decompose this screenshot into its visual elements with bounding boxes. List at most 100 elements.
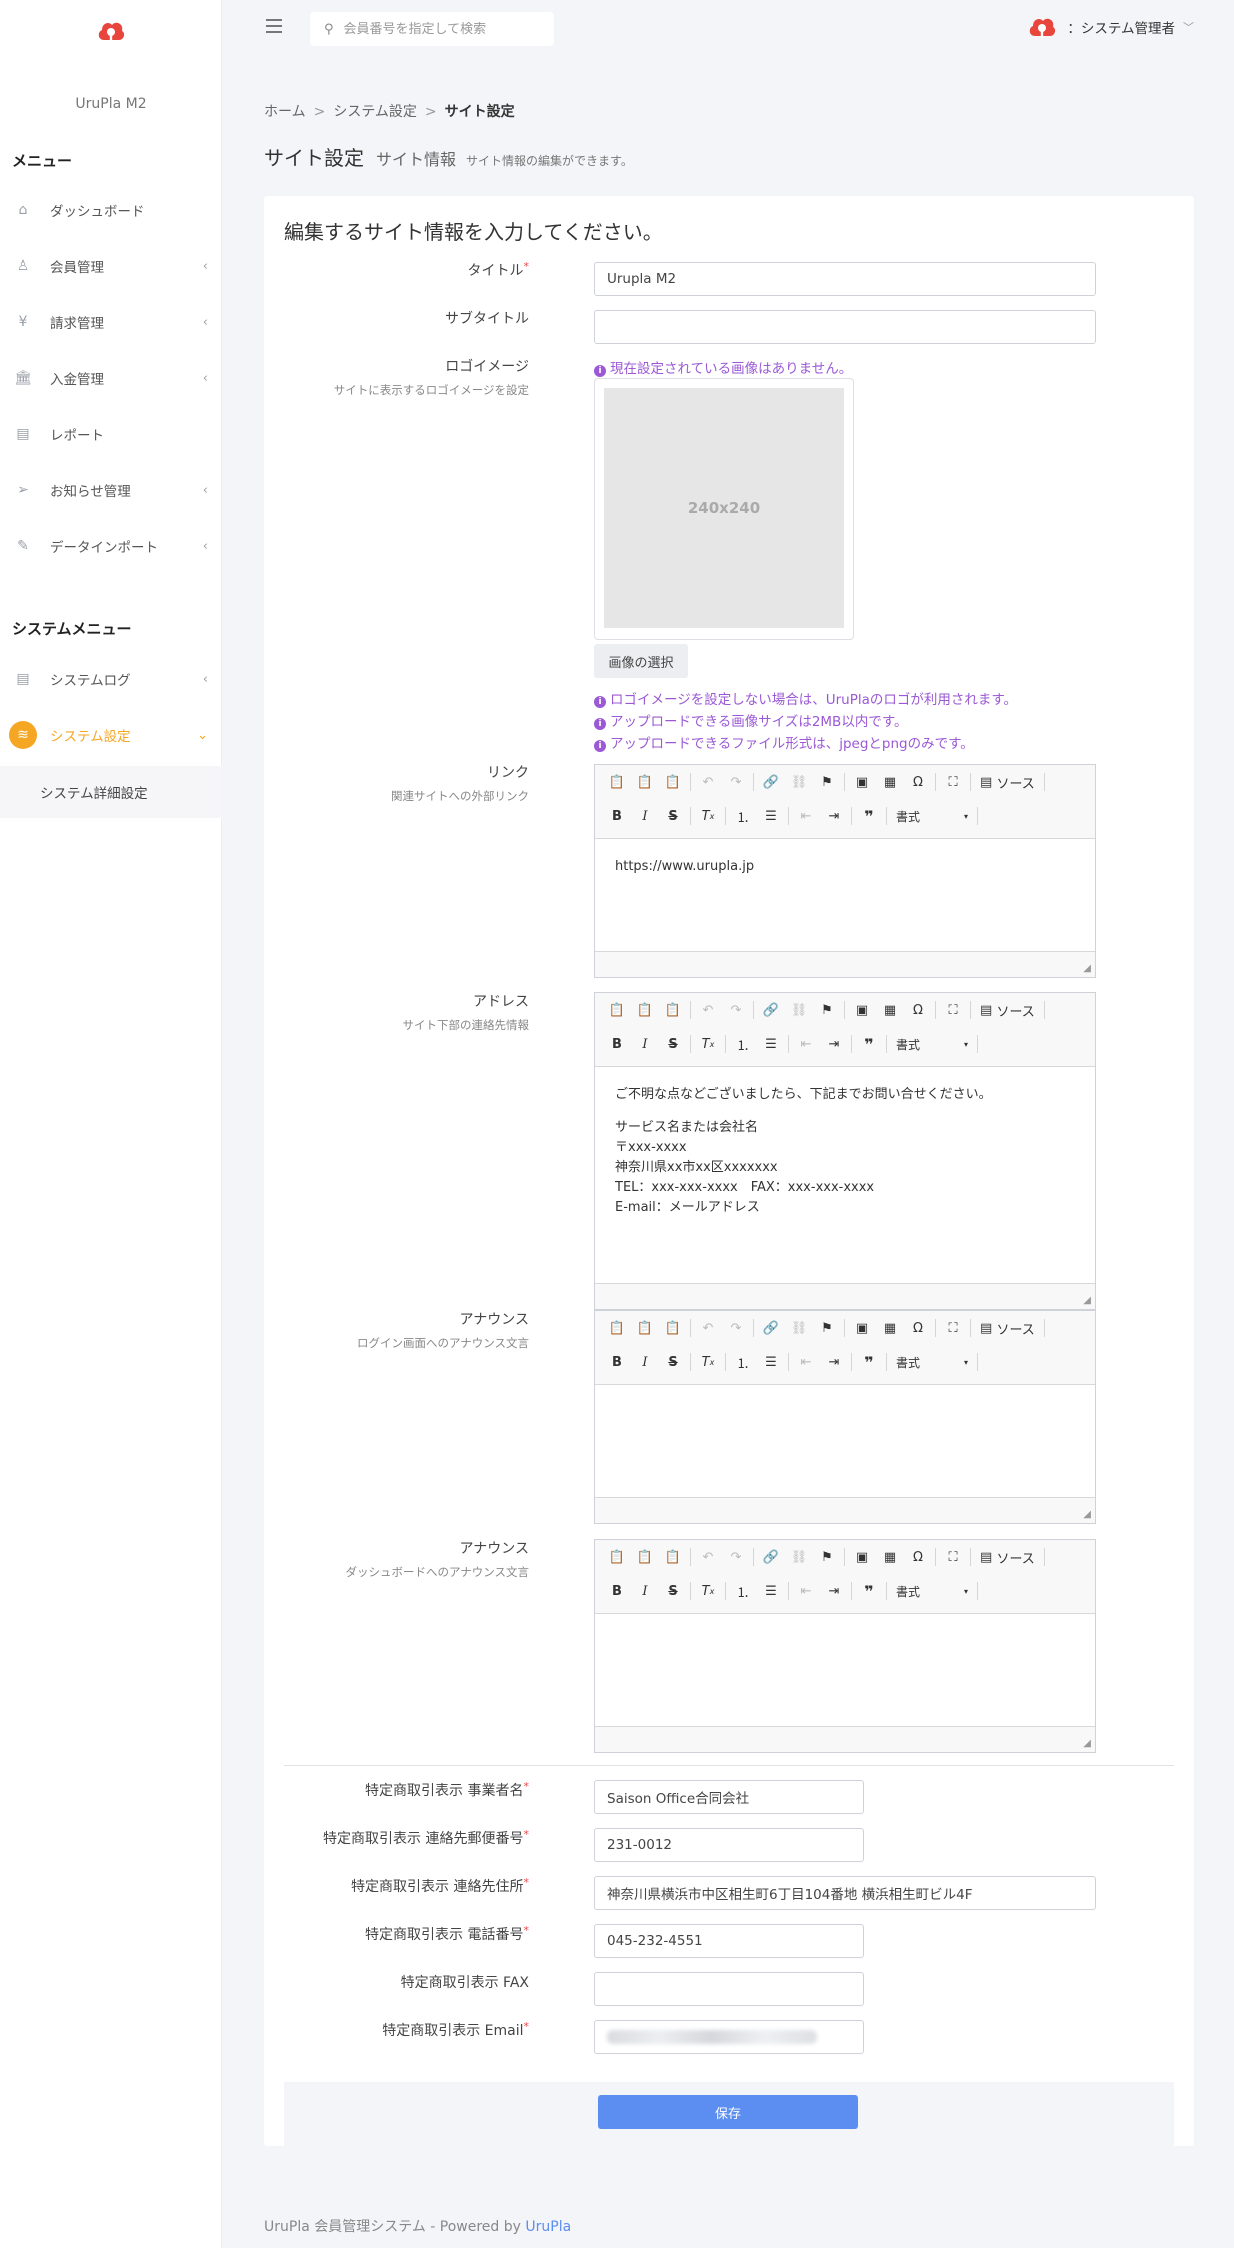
table-icon[interactable]: ▦ — [876, 997, 904, 1023]
resize-handle-icon[interactable]: ◢ — [1083, 1295, 1091, 1306]
blockquote-icon[interactable]: ❞ — [855, 1578, 883, 1604]
paste-word-icon[interactable]: 📋 — [659, 997, 687, 1023]
italic-icon[interactable]: I — [631, 803, 659, 829]
editor-body[interactable]: ご不明な点などございましたら、下記までお問い合せください。 サービス名または会社… — [595, 1067, 1095, 1283]
sidebar-item-system-settings[interactable]: ≋ システム設定 ⌄ — [0, 715, 222, 755]
special-char-icon[interactable]: Ω — [904, 1544, 932, 1570]
bold-icon[interactable]: B — [603, 1578, 631, 1604]
biz-name-field[interactable] — [594, 1780, 864, 1814]
link-editor[interactable]: 📋 📋 📋 ↶ ↷ 🔗 ⛓ ⚑ ▣ ▦ Ω ⛶ ▤ ソース B I S Tx ⒈… — [594, 764, 1096, 978]
paste-icon[interactable]: 📋 — [603, 1315, 631, 1341]
link-icon[interactable]: 🔗 — [757, 1544, 785, 1570]
redo-icon[interactable]: ↷ — [722, 1544, 750, 1570]
paste-icon[interactable]: 📋 — [603, 769, 631, 795]
bulleted-list-icon[interactable]: ☰ — [757, 803, 785, 829]
outdent-icon[interactable]: ⇤ — [792, 1578, 820, 1604]
editor-body[interactable] — [595, 1614, 1095, 1726]
footer-link[interactable]: UruPla — [525, 2219, 571, 2235]
resize-handle-icon[interactable]: ◢ — [1083, 1509, 1091, 1520]
unlink-icon[interactable]: ⛓ — [785, 997, 813, 1023]
italic-icon[interactable]: I — [631, 1349, 659, 1375]
search-input[interactable] — [343, 21, 534, 37]
subtitle-input[interactable] — [607, 319, 1083, 335]
remove-format-icon[interactable]: Tx — [694, 1031, 722, 1057]
bulleted-list-icon[interactable]: ☰ — [757, 1578, 785, 1604]
image-icon[interactable]: ▣ — [848, 997, 876, 1023]
bulleted-list-icon[interactable]: ☰ — [757, 1031, 785, 1057]
resize-handle-icon[interactable]: ◢ — [1083, 1738, 1091, 1749]
image-icon[interactable]: ▣ — [848, 1315, 876, 1341]
source-button[interactable]: ▤ ソース — [974, 1548, 1041, 1567]
sidebar-item-payments[interactable]: 🏛 入金管理 ‹ — [0, 358, 222, 398]
zip-input[interactable] — [607, 1837, 851, 1853]
app-logo-icon[interactable] — [96, 18, 126, 44]
maximize-icon[interactable]: ⛶ — [939, 769, 967, 795]
redo-icon[interactable]: ↷ — [722, 1315, 750, 1341]
format-select[interactable]: 書式 ▾ — [890, 1033, 974, 1055]
sidebar-item-reports[interactable]: ▤ レポート — [0, 414, 222, 454]
paste-word-icon[interactable]: 📋 — [659, 1315, 687, 1341]
undo-icon[interactable]: ↶ — [694, 769, 722, 795]
hamburger-menu-icon[interactable] — [266, 19, 282, 33]
outdent-icon[interactable]: ⇤ — [792, 1349, 820, 1375]
breadcrumb-parent[interactable]: システム設定 — [333, 104, 417, 120]
italic-icon[interactable]: I — [631, 1031, 659, 1057]
source-button[interactable]: ▤ ソース — [974, 1001, 1041, 1020]
blockquote-icon[interactable]: ❞ — [855, 1349, 883, 1375]
image-icon[interactable]: ▣ — [848, 1544, 876, 1570]
indent-icon[interactable]: ⇥ — [820, 1578, 848, 1604]
address-editor[interactable]: 📋 📋 📋 ↶ ↷ 🔗 ⛓ ⚑ ▣ ▦ Ω ⛶ ▤ ソース B I S Tx ⒈… — [594, 992, 1096, 1310]
select-image-button[interactable]: 画像の選択 — [594, 644, 688, 678]
paste-word-icon[interactable]: 📋 — [659, 769, 687, 795]
outdent-icon[interactable]: ⇤ — [792, 1031, 820, 1057]
maximize-icon[interactable]: ⛶ — [939, 1544, 967, 1570]
paste-text-icon[interactable]: 📋 — [631, 1544, 659, 1570]
announce-dashboard-editor[interactable]: 📋 📋 📋 ↶ ↷ 🔗 ⛓ ⚑ ▣ ▦ Ω ⛶ ▤ ソース B I S Tx ⒈… — [594, 1539, 1096, 1753]
numbered-list-icon[interactable]: ⒈ — [729, 803, 757, 829]
special-char-icon[interactable]: Ω — [904, 997, 932, 1023]
address-input[interactable] — [607, 1885, 1083, 1901]
remove-format-icon[interactable]: Tx — [694, 1349, 722, 1375]
link-icon[interactable]: 🔗 — [757, 997, 785, 1023]
blockquote-icon[interactable]: ❞ — [855, 1031, 883, 1057]
source-button[interactable]: ▤ ソース — [974, 1319, 1041, 1338]
indent-icon[interactable]: ⇥ — [820, 1031, 848, 1057]
blockquote-icon[interactable]: ❞ — [855, 803, 883, 829]
special-char-icon[interactable]: Ω — [904, 769, 932, 795]
table-icon[interactable]: ▦ — [876, 1544, 904, 1570]
bulleted-list-icon[interactable]: ☰ — [757, 1349, 785, 1375]
undo-icon[interactable]: ↶ — [694, 997, 722, 1023]
save-button[interactable]: 保存 — [598, 2095, 858, 2129]
title-input[interactable] — [607, 271, 1083, 287]
title-field[interactable] — [594, 262, 1096, 296]
indent-icon[interactable]: ⇥ — [820, 1349, 848, 1375]
numbered-list-icon[interactable]: ⒈ — [729, 1349, 757, 1375]
sidebar-item-system-log[interactable]: ▤ システムログ ‹ — [0, 659, 222, 699]
maximize-icon[interactable]: ⛶ — [939, 1315, 967, 1341]
numbered-list-icon[interactable]: ⒈ — [729, 1578, 757, 1604]
paste-icon[interactable]: 📋 — [603, 997, 631, 1023]
fax-input[interactable] — [607, 1981, 851, 1997]
table-icon[interactable]: ▦ — [876, 769, 904, 795]
paste-word-icon[interactable]: 📋 — [659, 1544, 687, 1570]
bold-icon[interactable]: B — [603, 1031, 631, 1057]
tel-input[interactable] — [607, 1933, 851, 1949]
strike-icon[interactable]: S — [659, 1031, 687, 1057]
sidebar-subitem-system-detail[interactable]: システム詳細設定 — [0, 766, 222, 818]
table-icon[interactable]: ▦ — [876, 1315, 904, 1341]
paste-text-icon[interactable]: 📋 — [631, 997, 659, 1023]
anchor-flag-icon[interactable]: ⚑ — [813, 769, 841, 795]
fax-field[interactable] — [594, 1972, 864, 2006]
sidebar-item-dashboard[interactable]: ⌂ ダッシュボード — [0, 190, 222, 230]
redo-icon[interactable]: ↷ — [722, 769, 750, 795]
email-field[interactable] — [594, 2020, 864, 2054]
breadcrumb-home[interactable]: ホーム — [264, 104, 306, 120]
format-select[interactable]: 書式 ▾ — [890, 1580, 974, 1602]
unlink-icon[interactable]: ⛓ — [785, 1315, 813, 1341]
resize-handle-icon[interactable]: ◢ — [1083, 963, 1091, 974]
anchor-flag-icon[interactable]: ⚑ — [813, 1315, 841, 1341]
search-box[interactable]: ⚲ — [310, 12, 554, 46]
address-field[interactable] — [594, 1876, 1096, 1910]
bold-icon[interactable]: B — [603, 1349, 631, 1375]
sidebar-item-import[interactable]: ✎ データインポート ‹ — [0, 526, 222, 566]
